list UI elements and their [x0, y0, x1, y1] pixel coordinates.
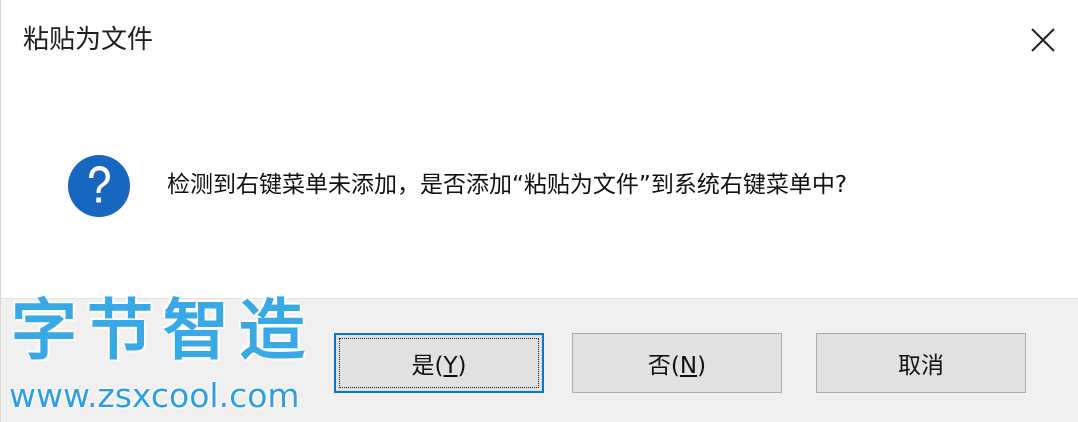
yes-button-label: 是(Y) [411, 346, 466, 380]
close-icon [1031, 28, 1055, 52]
dialog-title: 粘贴为文件 [23, 25, 154, 55]
no-mnemonic: N [679, 353, 698, 379]
yes-mnemonic: Y [443, 353, 458, 379]
yes-label-prefix: 是( [411, 353, 444, 379]
cancel-button[interactable]: 取消 [816, 333, 1026, 393]
question-icon [68, 155, 130, 217]
message-text: 检测到右键菜单未添加，是否添加“粘贴为文件”到系统右键菜单中? [167, 172, 848, 198]
no-label-suffix: ) [697, 353, 707, 379]
dialog-content: 检测到右键菜单未添加，是否添加“粘贴为文件”到系统右键菜单中? [1, 80, 1078, 298]
no-button[interactable]: 否(N) [572, 333, 782, 393]
title-bar: 粘贴为文件 [1, 0, 1078, 80]
yes-label-suffix: ) [457, 353, 467, 379]
cancel-button-label: 取消 [898, 353, 944, 379]
no-button-label: 否(N) [648, 346, 706, 380]
close-button[interactable] [1021, 18, 1065, 62]
button-bar: 是(Y) 否(N) 取消 [1, 298, 1078, 422]
no-label-prefix: 否( [647, 353, 680, 379]
message-dialog: 粘贴为文件 检测到右键菜单未添加，是否添加“粘贴为文件”到系统右键菜单中? 是(… [0, 0, 1078, 422]
yes-button[interactable]: 是(Y) [334, 333, 544, 393]
